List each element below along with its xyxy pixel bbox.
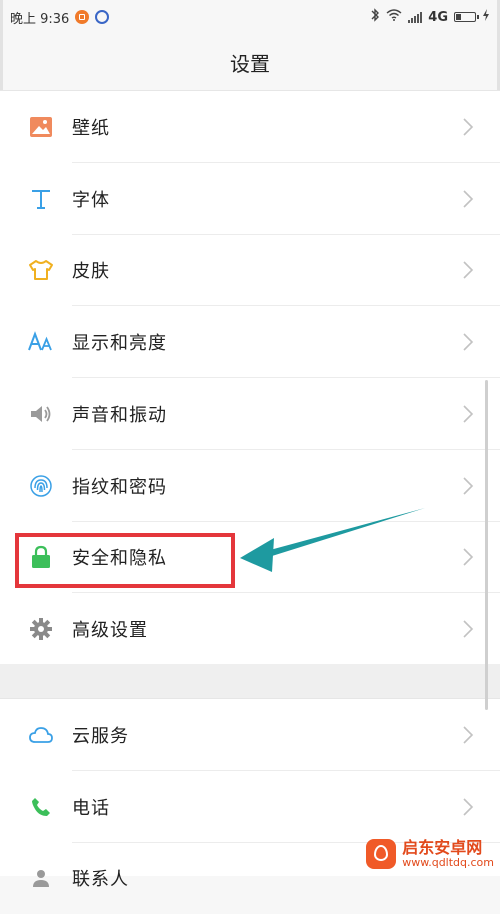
settings-item-label: 显示和亮度 — [72, 329, 167, 355]
page-title: 设置 — [0, 34, 500, 90]
highlight-box — [15, 533, 235, 588]
network-type: 4G — [428, 10, 448, 25]
settings-item-label: 联系人 — [72, 865, 129, 891]
wallpaper-icon — [28, 114, 54, 140]
status-time: 晚上 9:36 — [10, 8, 69, 27]
settings-item-label: 指纹和密码 — [72, 473, 167, 499]
watermark-title: 启东安卓网 — [402, 839, 494, 857]
bluetooth-icon — [370, 8, 380, 26]
signal-strength-icon — [408, 11, 422, 23]
cloud-icon — [28, 722, 54, 748]
watermark-url: www.qdltdq.com — [402, 857, 494, 869]
security-notification-icon — [95, 10, 109, 24]
section-divider — [0, 664, 500, 698]
settings-item-label: 壁纸 — [72, 114, 110, 140]
settings-item-label: 电话 — [72, 794, 110, 820]
chevron-right-icon — [462, 189, 474, 209]
status-bar: 晚上 9:36 4G — [0, 0, 500, 34]
settings-item-label: 声音和振动 — [72, 401, 167, 427]
chevron-right-icon — [462, 260, 474, 280]
scrollbar[interactable] — [485, 380, 488, 710]
battery-icon — [454, 12, 476, 22]
pointer-arrow-icon — [230, 500, 430, 580]
chevron-right-icon — [462, 619, 474, 639]
settings-item-label: 字体 — [72, 186, 110, 212]
charging-icon — [482, 9, 490, 25]
watermark-logo-icon — [366, 839, 396, 869]
settings-item-label: 云服务 — [72, 722, 129, 748]
chevron-right-icon — [462, 797, 474, 817]
app-notification-icon — [75, 10, 89, 24]
wifi-icon — [386, 9, 402, 25]
chevron-right-icon — [462, 332, 474, 352]
settings-item-font[interactable]: 字体 — [0, 163, 500, 235]
gear-icon — [28, 616, 54, 642]
font-icon — [28, 186, 54, 212]
chevron-right-icon — [462, 404, 474, 424]
fingerprint-icon — [28, 473, 54, 499]
settings-item-cloud[interactable]: 云服务 — [0, 699, 500, 771]
settings-item-phone[interactable]: 电话 — [0, 771, 500, 843]
text-size-icon — [28, 329, 54, 355]
chevron-right-icon — [462, 476, 474, 496]
settings-item-advanced[interactable]: 高级设置 — [0, 593, 500, 665]
chevron-right-icon — [462, 725, 474, 745]
settings-item-skin[interactable]: 皮肤 — [0, 235, 500, 307]
watermark: 启东安卓网 www.qdltdq.com — [366, 839, 494, 869]
settings-item-label: 高级设置 — [72, 616, 148, 642]
shirt-icon — [28, 257, 54, 283]
speaker-icon — [28, 401, 54, 427]
settings-item-wallpaper[interactable]: 壁纸 — [0, 91, 500, 163]
phone-icon — [28, 794, 54, 820]
settings-item-label: 皮肤 — [72, 257, 110, 283]
contact-icon — [28, 865, 54, 891]
chevron-right-icon — [462, 547, 474, 567]
settings-item-sound[interactable]: 声音和振动 — [0, 378, 500, 450]
chevron-right-icon — [462, 117, 474, 137]
settings-item-display[interactable]: 显示和亮度 — [0, 306, 500, 378]
